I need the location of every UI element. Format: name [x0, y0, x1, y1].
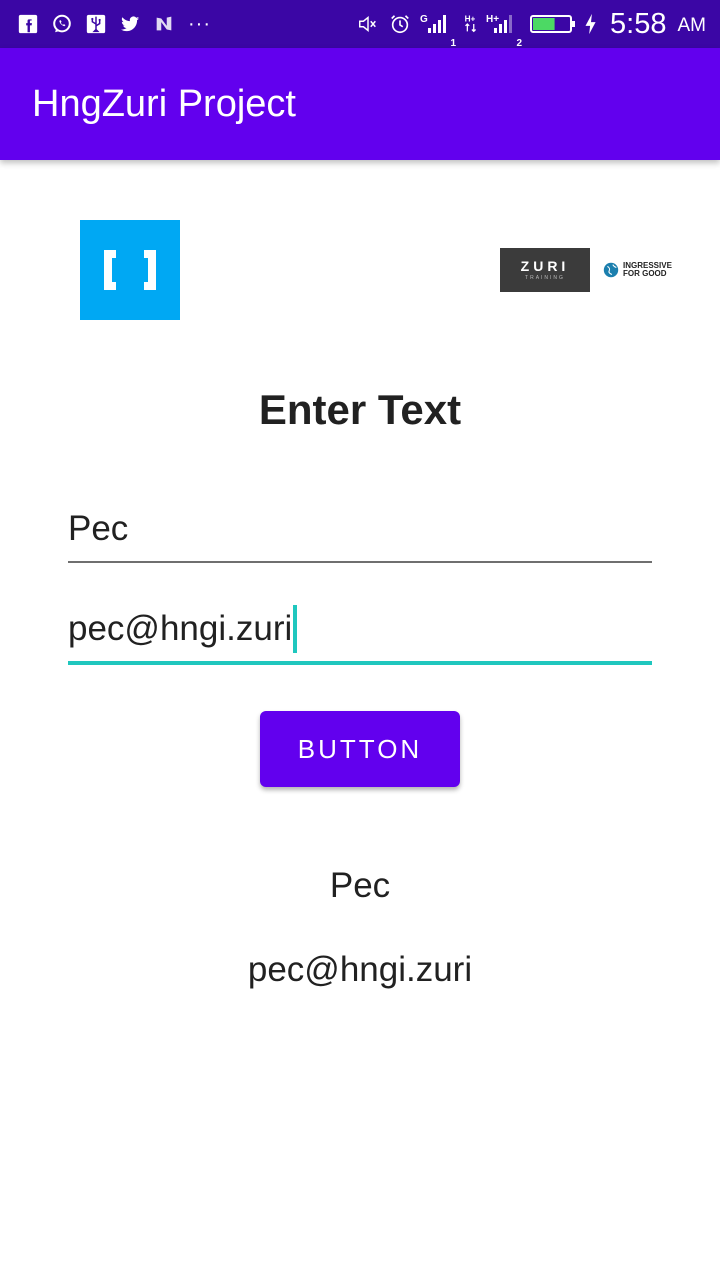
whatsapp-icon — [50, 12, 74, 36]
clock-time: 5:58 — [610, 7, 667, 40]
name-input[interactable]: Pec — [68, 505, 652, 563]
app-title: HngZuri Project — [32, 82, 296, 125]
charging-icon — [584, 12, 598, 36]
signal-icon-sim2: H+ 2 — [486, 14, 523, 49]
brackets-logo — [80, 220, 180, 320]
ingressive-for-good-logo: INGRESSIVE FOR GOOD — [602, 261, 672, 279]
system-icons: G 1 H+ H+ 2 5:58 AM — [356, 7, 707, 49]
notification-icons: ··· — [16, 12, 211, 36]
text-cursor — [293, 605, 298, 653]
output-email-text: pec@hngi.zuri — [247, 950, 473, 989]
name-input-value[interactable]: Pec — [68, 505, 128, 553]
svg-text:H+: H+ — [465, 14, 476, 23]
battery-icon — [530, 12, 576, 36]
facebook-icon — [16, 12, 40, 36]
alarm-icon — [388, 12, 412, 36]
page-heading: Enter Text — [258, 386, 462, 433]
signal-icon-sim1: G 1 — [420, 14, 457, 49]
status-bar: ··· G 1 H+ H+ 2 5:58 AM — [0, 0, 720, 49]
partner-logos: ZURI TRAINING INGRESSIVE FOR GOOD — [500, 248, 672, 292]
globe-icon — [603, 262, 619, 278]
email-input-value[interactable]: pec@hngi.zuri — [68, 605, 292, 653]
email-input[interactable]: pec@hngi.zuri — [68, 605, 652, 665]
twitter-icon — [118, 12, 142, 36]
submit-button[interactable]: BUTTON — [260, 711, 460, 787]
more-notifications-icon: ··· — [188, 13, 211, 35]
clock-ampm: AM — [677, 15, 707, 36]
app-bar: HngZuri Project — [0, 48, 720, 160]
zuri-training-logo: ZURI TRAINING — [500, 248, 590, 292]
usb-icon — [84, 12, 108, 36]
data-arrows-icon: H+ — [464, 12, 478, 36]
output-name-text: Pec — [329, 866, 391, 905]
n-app-icon — [152, 12, 176, 36]
brackets-logo-icon — [104, 250, 156, 290]
mute-icon — [356, 12, 380, 36]
